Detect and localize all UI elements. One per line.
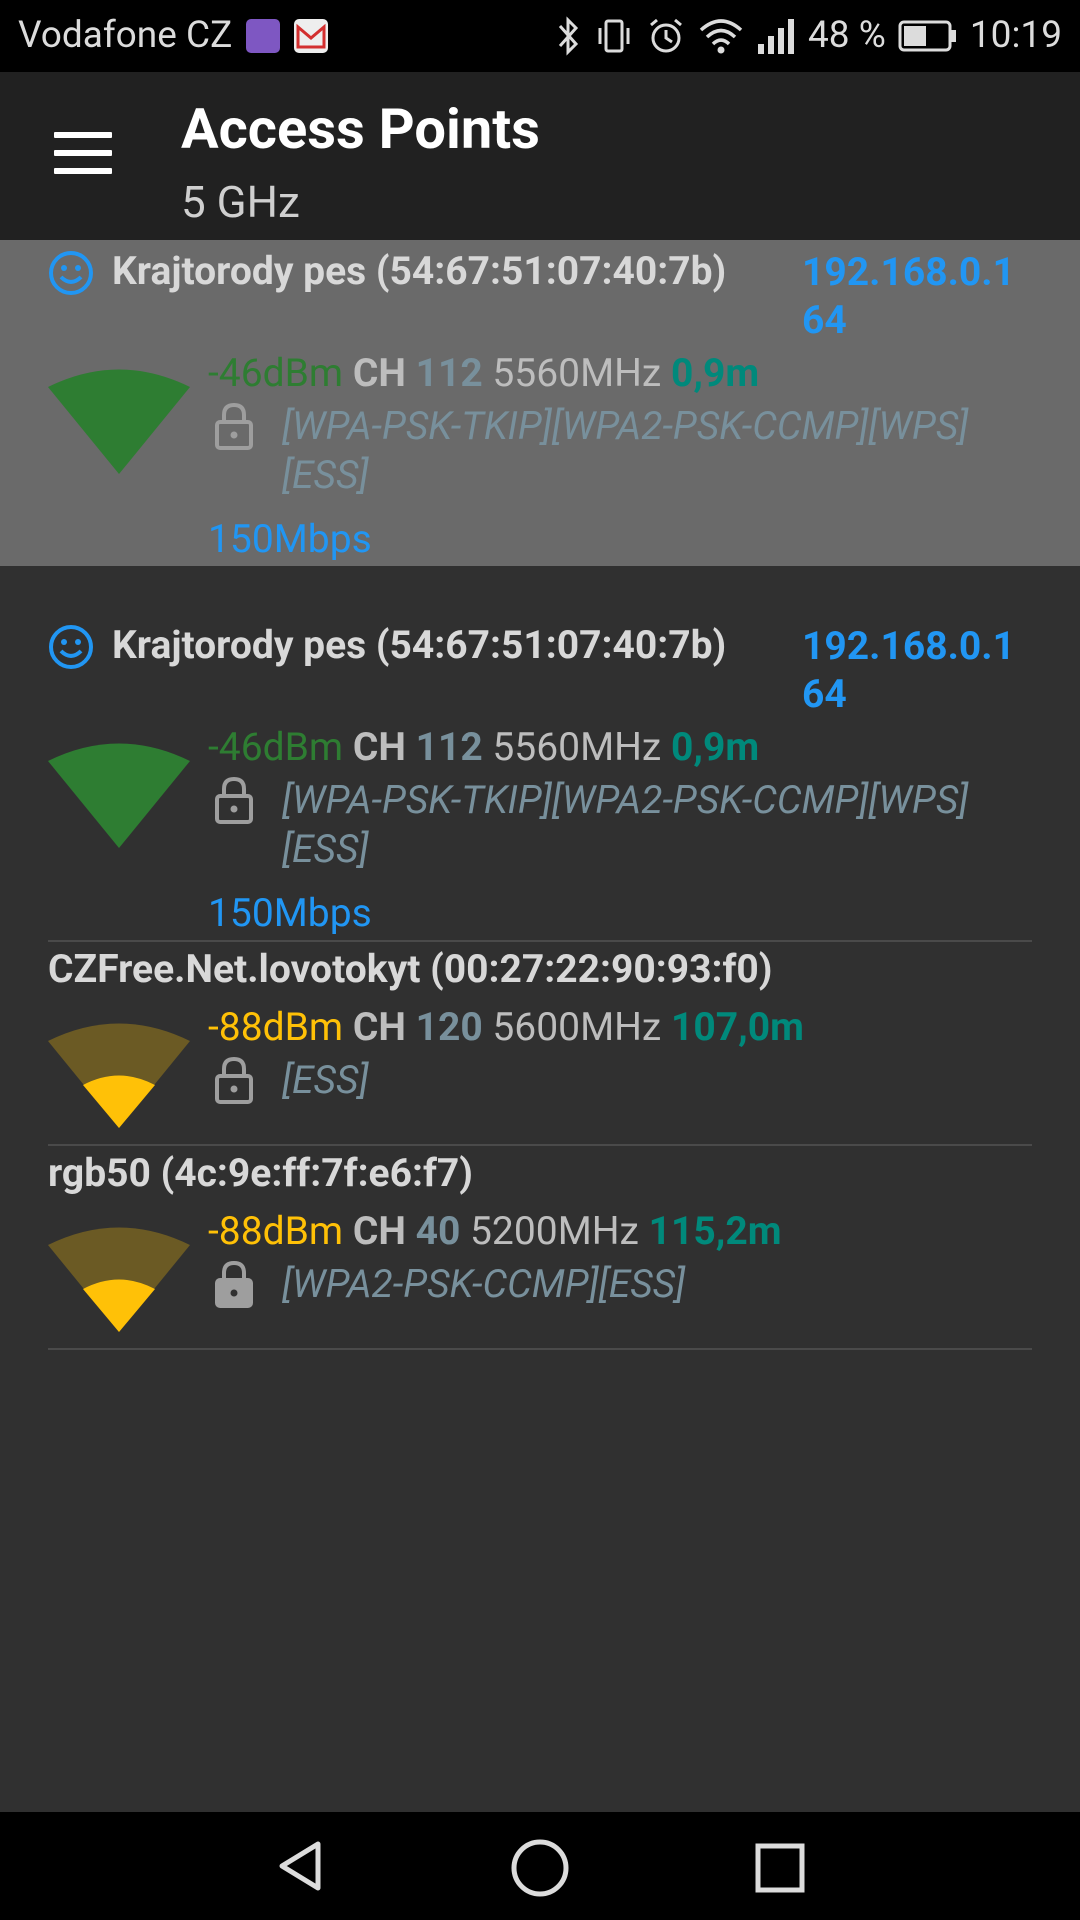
- carrier-label: Vodafone CZ: [18, 14, 233, 57]
- access-point-item[interactable]: CZFree.Net.lovotokyt (00:27:22:90:93:f0)…: [0, 944, 1080, 1144]
- back-icon[interactable]: [272, 1838, 328, 1894]
- distance: 0,9m: [670, 724, 760, 770]
- divider: [48, 940, 1032, 942]
- divider: [48, 1348, 1032, 1350]
- distance: 0,9m: [670, 350, 760, 396]
- capabilities: [WPA-PSK-TKIP][WPA2-PSK-CCMP][WPS] [ESS]: [282, 777, 969, 872]
- recents-icon[interactable]: [754, 1842, 806, 1894]
- signal-level: -88dBm: [208, 1208, 344, 1254]
- access-point-item[interactable]: Krajtorody pes (54:67:51:07:40:7b) 192.1…: [0, 240, 1080, 566]
- link-speed: 150Mbps: [208, 890, 372, 936]
- channel-number: 112: [415, 724, 483, 770]
- gallery-icon: [246, 18, 281, 53]
- navigation-bar: [0, 1812, 1080, 1920]
- signal-strength-icon: [48, 1227, 190, 1332]
- bluetooth-icon: [558, 15, 579, 56]
- connected-smiley-icon: [49, 625, 93, 669]
- distance: 115,2m: [648, 1208, 782, 1254]
- link-speed: 150Mbps: [208, 516, 372, 562]
- ssid-label: Krajtorody pes (54:67:51:07:40:7b): [112, 248, 727, 294]
- connected-smiley-icon: [49, 251, 93, 295]
- page-title: Access Points: [181, 96, 540, 162]
- status-bar: Vodafone CZ 48 % 10:19: [0, 0, 1080, 72]
- ssid-label: rgb50 (4c:9e:ff:7f:e6:f7): [48, 1150, 474, 1196]
- battery-icon: [898, 20, 956, 51]
- channel-label: CH: [352, 1208, 406, 1254]
- channel-number: 112: [415, 350, 483, 396]
- signal-strength-icon: [48, 1023, 190, 1128]
- distance: 107,0m: [670, 1004, 804, 1050]
- wifi-icon: [699, 18, 743, 53]
- channel-number: 40: [415, 1208, 461, 1254]
- home-icon[interactable]: [510, 1838, 570, 1898]
- alarm-icon: [650, 18, 682, 52]
- frequency: 5600MHz: [492, 1004, 662, 1050]
- access-point-item[interactable]: rgb50 (4c:9e:ff:7f:e6:f7) -88dBm CH 40 5…: [0, 1148, 1080, 1348]
- signal-icon: [757, 18, 794, 54]
- ip-address: 192.168.0.1 64: [802, 249, 1015, 343]
- signal-level: -46dBm: [208, 350, 344, 396]
- capabilities: [WPA-PSK-TKIP][WPA2-PSK-CCMP][WPS] [ESS]: [282, 403, 969, 498]
- vibrate-icon: [598, 19, 630, 52]
- frequency: 5200MHz: [470, 1208, 639, 1254]
- ssid-label: CZFree.Net.lovotokyt (00:27:22:90:93:f0): [48, 946, 773, 992]
- channel-label: CH: [352, 1004, 406, 1050]
- channel-number: 120: [415, 1004, 483, 1050]
- channel-label: CH: [352, 724, 406, 770]
- signal-strength-icon: [48, 369, 190, 474]
- lock-icon: [215, 1260, 253, 1308]
- gmail-icon: [294, 18, 329, 53]
- signal-level: -46dBm: [208, 724, 344, 770]
- signal-level: -88dBm: [208, 1004, 344, 1050]
- clock: 10:19: [969, 14, 1062, 57]
- app-bar: Access Points 5 GHz: [0, 72, 1080, 240]
- lock-icon: [215, 402, 253, 450]
- capabilities: [WPA2-PSK-CCMP][ESS]: [282, 1261, 686, 1307]
- lock-icon: [215, 776, 253, 824]
- battery-percent: 48 %: [807, 14, 886, 57]
- channel-label: CH: [352, 350, 406, 396]
- signal-strength-icon: [48, 743, 190, 848]
- frequency: 5560MHz: [492, 350, 662, 396]
- access-point-item[interactable]: Krajtorody pes (54:67:51:07:40:7b) 192.1…: [0, 614, 1080, 940]
- ip-address: 192.168.0.1 64: [802, 623, 1015, 717]
- frequency: 5560MHz: [492, 724, 662, 770]
- page-subtitle: 5 GHz: [181, 176, 300, 228]
- divider: [48, 1144, 1032, 1146]
- ssid-label: Krajtorody pes (54:67:51:07:40:7b): [112, 622, 727, 668]
- lock-icon: [215, 1056, 253, 1104]
- menu-icon[interactable]: [54, 132, 112, 174]
- capabilities: [ESS]: [282, 1057, 369, 1103]
